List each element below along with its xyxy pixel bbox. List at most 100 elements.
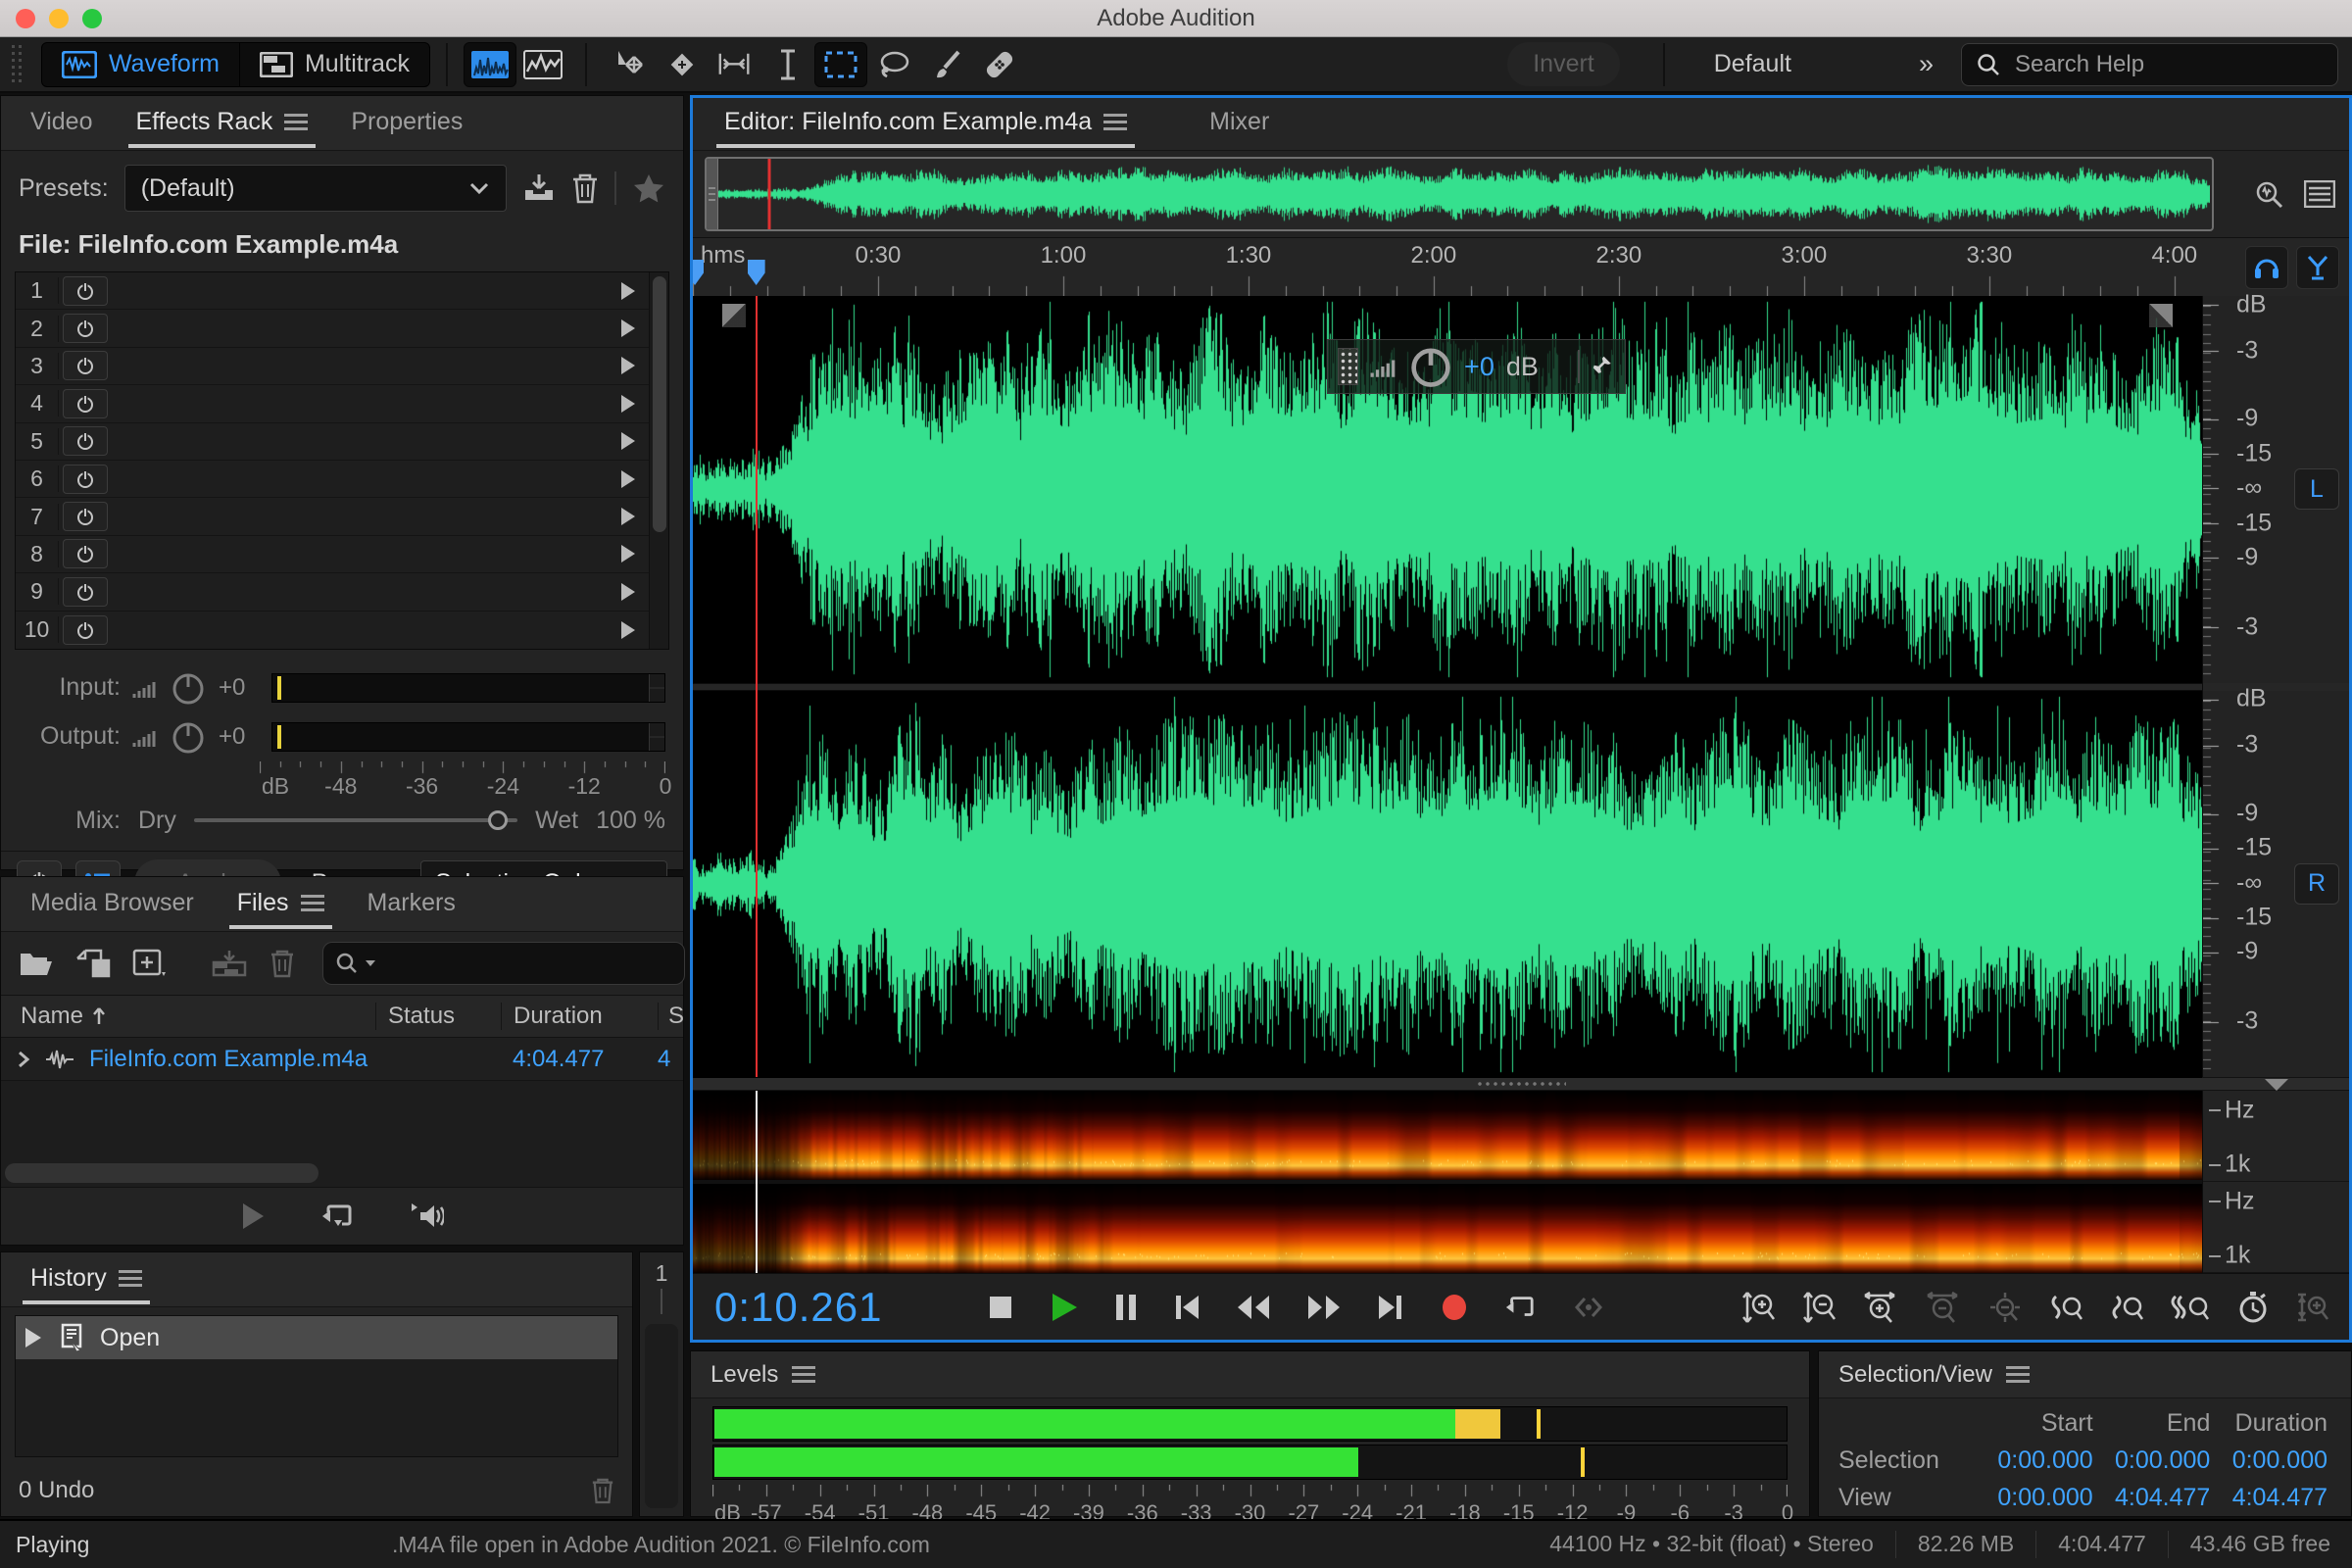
waveform-spectrogram-divider[interactable] [693,1077,2349,1091]
left-channel-button[interactable]: L [2294,468,2339,511]
hud-pin-icon[interactable] [1592,355,1615,378]
waveform-view-toggle[interactable] [463,41,516,87]
overview-left-handle[interactable] [707,159,718,229]
right-channel-waveform[interactable] [693,690,2202,1078]
move-tool[interactable] [603,42,656,87]
clear-history-trash-icon[interactable] [591,1477,614,1504]
fade-in-handle[interactable] [722,304,746,327]
multitrack-mode-button[interactable]: Multitrack [238,42,429,86]
channel-splitter[interactable] [693,682,2202,691]
effect-power-icon[interactable] [63,576,108,607]
output-gain-value[interactable]: +0 [219,723,260,751]
effect-slot-row[interactable]: 10 [16,611,649,649]
amplitude-scale-column[interactable]: dB -3 -9 -15 -∞ -15 -9 -3 L dB -3 -9 -15 -∞ -15 -9 -3 … [2202,290,2349,1078]
volume-hud[interactable]: +0 dB [1326,339,1626,394]
panel-menu-icon[interactable] [792,1365,816,1384]
effect-power-icon[interactable] [63,426,108,457]
tab-editor[interactable]: Editor: FileInfo.com Example.m4a [703,108,1149,150]
effect-slot-row[interactable]: 2 [16,310,649,348]
stop-button[interactable] [987,1294,1014,1321]
effects-scrollbar[interactable] [649,272,668,649]
panel-menu-icon[interactable] [1103,113,1128,131]
left-channel-spectrogram[interactable] [693,1091,2202,1180]
zoom-in-time-button[interactable] [1863,1291,1898,1324]
panel-menu-icon[interactable] [118,1269,142,1288]
pause-button[interactable] [1114,1293,1138,1322]
time-selection-tool[interactable] [761,42,814,87]
levels-title[interactable]: Levels [710,1361,778,1389]
tab-effects-rack[interactable]: Effects Rack [115,108,330,150]
output-gain-knob[interactable] [170,718,207,756]
workspace-overflow-button[interactable]: » [1919,49,1936,79]
selection-duration-value[interactable]: 0:00.000 [2210,1446,2328,1475]
tab-mixer[interactable]: Mixer [1188,108,1291,150]
hud-volume-knob[interactable] [1409,345,1452,388]
effect-slot-row[interactable]: 8 [16,535,649,574]
effect-slot-arrow-icon[interactable] [621,545,635,564]
hud-drag-handle[interactable] [1337,348,1359,385]
files-search-input[interactable] [382,950,672,977]
close-file-trash-icon[interactable] [270,949,295,978]
files-list-body[interactable] [1,1081,683,1188]
new-file-icon[interactable] [132,949,168,978]
files-search-box[interactable] [322,942,685,985]
effect-slot-row[interactable]: 6 [16,460,649,499]
waveform-display[interactable]: +0 dB [693,296,2202,1078]
open-file-icon[interactable] [19,950,54,977]
tab-video[interactable]: Video [9,108,115,150]
effect-slot-row[interactable]: 4 [16,385,649,423]
mix-slider-handle[interactable] [488,810,509,831]
view-end-value[interactable]: 4:04.477 [2093,1484,2210,1512]
files-horizontal-scrollbar[interactable] [5,1163,319,1183]
zoom-out-amplitude-button[interactable] [1802,1291,1836,1324]
input-gain-knob[interactable] [170,669,207,707]
invert-button[interactable]: Invert [1507,42,1620,86]
preset-dropdown[interactable]: (Default) [123,165,507,212]
effect-power-icon[interactable] [63,614,108,645]
auto-play-speaker-icon[interactable] [409,1201,444,1231]
tab-markers[interactable]: Markers [346,889,477,931]
mix-slider[interactable] [193,810,518,831]
save-preset-icon[interactable] [522,172,556,204]
headphones-monitor-button[interactable] [2245,245,2288,289]
play-button[interactable] [1050,1292,1079,1323]
zoom-amplitude-full-button[interactable] [2296,1291,2329,1324]
spectrogram-display[interactable] [693,1091,2202,1273]
tab-media-browser[interactable]: Media Browser [9,889,216,931]
zoom-to-in-point-button[interactable] [2049,1292,2082,1323]
right-channel-spectrogram[interactable] [693,1184,2202,1273]
slip-tool[interactable] [709,42,761,87]
timeline-ruler[interactable]: hms 0:30 1:00 1:30 2:00 2:30 3:00 3:30 4:00 [693,237,2349,296]
file-row[interactable]: FileInfo.com Example.m4a 4:04.477 4 [1,1038,683,1081]
zoom-to-selection-button[interactable] [2171,1292,2210,1323]
effect-power-icon[interactable] [63,502,108,532]
editor-options-list-icon[interactable] [2304,178,2335,210]
zoom-in-amplitude-button[interactable] [1741,1291,1775,1324]
right-channel-button[interactable]: R [2294,862,2339,905]
fade-out-handle[interactable] [2149,304,2173,327]
effect-slot-arrow-icon[interactable] [621,620,635,639]
effect-slot-arrow-icon[interactable] [621,508,635,526]
effect-power-icon[interactable] [63,388,108,418]
effect-slot-arrow-icon[interactable] [621,394,635,413]
zoom-navigate-icon[interactable] [2253,178,2286,210]
selection-view-title[interactable]: Selection/View [1838,1361,1992,1389]
effect-slot-row[interactable]: 5 [16,422,649,461]
paintbrush-tool[interactable] [920,42,973,87]
zoom-out-time-button[interactable] [1926,1291,1961,1324]
selection-start-value[interactable]: 0:00.000 [1976,1446,2092,1475]
skip-selection-button[interactable] [1571,1295,1606,1320]
help-search-box[interactable] [1961,42,2338,86]
waveform-mode-button[interactable]: Waveform [42,43,239,86]
tab-properties[interactable]: Properties [329,108,484,150]
hud-volume-value[interactable]: +0 [1464,352,1494,382]
help-search-input[interactable] [2015,50,2324,78]
loop-playback-button[interactable] [1504,1293,1536,1322]
effect-slot-arrow-icon[interactable] [621,319,635,338]
rewind-button[interactable] [1236,1295,1271,1320]
view-start-value[interactable]: 0:00.000 [1976,1484,2092,1512]
effect-slot-row[interactable]: 9 [16,573,649,612]
zoom-reset-button[interactable] [1988,1291,2022,1324]
zoom-to-out-point-button[interactable] [2110,1292,2143,1323]
expander-chevron-icon[interactable] [17,1050,30,1069]
